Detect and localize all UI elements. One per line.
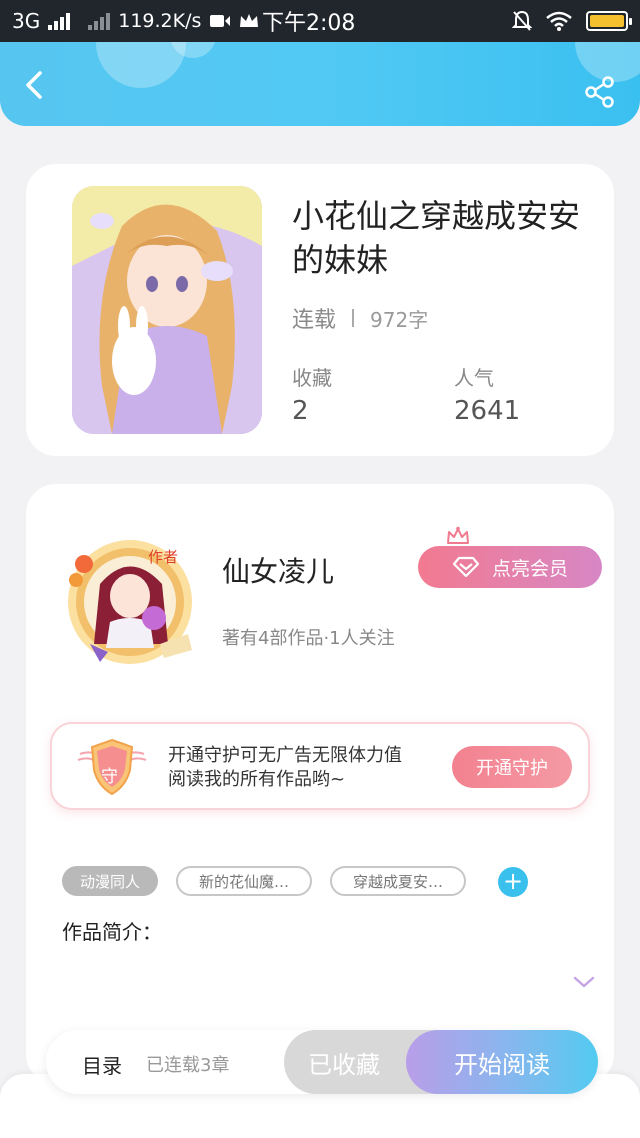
collected-label: 已收藏 (308, 1050, 380, 1079)
back-arrow-icon[interactable] (20, 70, 50, 100)
shield-icon-label: 守 (101, 767, 118, 787)
status-bar-right (512, 10, 632, 32)
favorites-label: 收藏 (292, 366, 332, 390)
book-title: 小花仙之穿越成安安的妹妹 (292, 197, 581, 279)
tag-chip[interactable]: 动漫同人 (62, 866, 158, 896)
status-time: 下午2:08 (262, 11, 356, 36)
book-info-card: 小花仙之穿越成安安的妹妹 连载 972字 收藏 2 人气 2641 (26, 164, 614, 456)
signal-icon (48, 12, 71, 30)
open-guard-button[interactable]: 开通守护 (452, 746, 572, 788)
crown-status-icon (240, 14, 259, 27)
header-bubble-decoration (96, 42, 186, 88)
synopsis-label: 作品简介： (62, 920, 162, 944)
add-tag-button[interactable]: + (498, 867, 528, 897)
vip-button-label: 点亮会员 (491, 557, 568, 580)
bottom-action-bar: 目录 已连载3章 已收藏 开始阅读 (46, 1030, 598, 1094)
network-type: 3G (12, 9, 41, 33)
cover-illustration (72, 186, 262, 434)
guard-description: 开通守护可无广告无限体力值 阅读我的所有作品哟~ (168, 744, 402, 792)
start-reading-button[interactable]: 开始阅读 (406, 1030, 598, 1094)
network-speed: 119.2K/s (118, 10, 202, 32)
popularity-label: 人气 (454, 366, 494, 390)
favorites-count: 2 (292, 396, 309, 426)
battery-icon (586, 11, 632, 31)
vip-button[interactable]: 点亮会员 (418, 546, 602, 588)
guard-promo-banner: 守 开通守护可无广告无限体力值 阅读我的所有作品哟~ 开通守护 (50, 722, 590, 810)
mute-bell-icon (512, 10, 532, 31)
meta-divider (352, 309, 355, 327)
serial-status: 连载 (292, 308, 337, 333)
tag-chip[interactable]: 穿越成夏安… (330, 866, 466, 896)
tag-chip[interactable]: 新的花仙魔… (176, 866, 312, 896)
avatar-illustration (68, 540, 192, 664)
guard-text-line1: 开通守护可无广告无限体力值 (168, 745, 402, 766)
chevron-down-icon[interactable] (572, 974, 596, 990)
video-icon (210, 15, 231, 27)
wifi-icon (546, 11, 572, 31)
author-card: 作者 仙女凌儿 著有4部作品·1人关注 点亮会员 守 开通守护可无广告无限体力值… (26, 484, 614, 1084)
book-cover-image[interactable] (72, 186, 262, 434)
author-name[interactable]: 仙女凌儿 (222, 550, 334, 590)
status-bar: 3G 119.2K/s 下午2:08 (0, 0, 640, 42)
signal-icon-secondary (88, 12, 111, 30)
book-meta: 连载 972字 (292, 302, 428, 334)
share-icon[interactable] (584, 76, 616, 108)
top-header (0, 42, 640, 126)
word-count: 972字 (370, 307, 429, 332)
author-badge: 作者 (148, 548, 179, 566)
diamond-icon (452, 556, 480, 578)
popularity-count: 2641 (454, 396, 521, 426)
author-avatar[interactable]: 作者 (50, 524, 210, 674)
chapter-count: 已连载3章 (146, 1055, 230, 1076)
status-bar-left: 3G 119.2K/s (12, 9, 262, 33)
crown-icon (447, 526, 469, 544)
author-stats: 著有4部作品·1人关注 (222, 628, 395, 649)
toc-link[interactable]: 目录 (82, 1050, 122, 1079)
guard-text-line2: 阅读我的所有作品哟~ (168, 769, 346, 790)
